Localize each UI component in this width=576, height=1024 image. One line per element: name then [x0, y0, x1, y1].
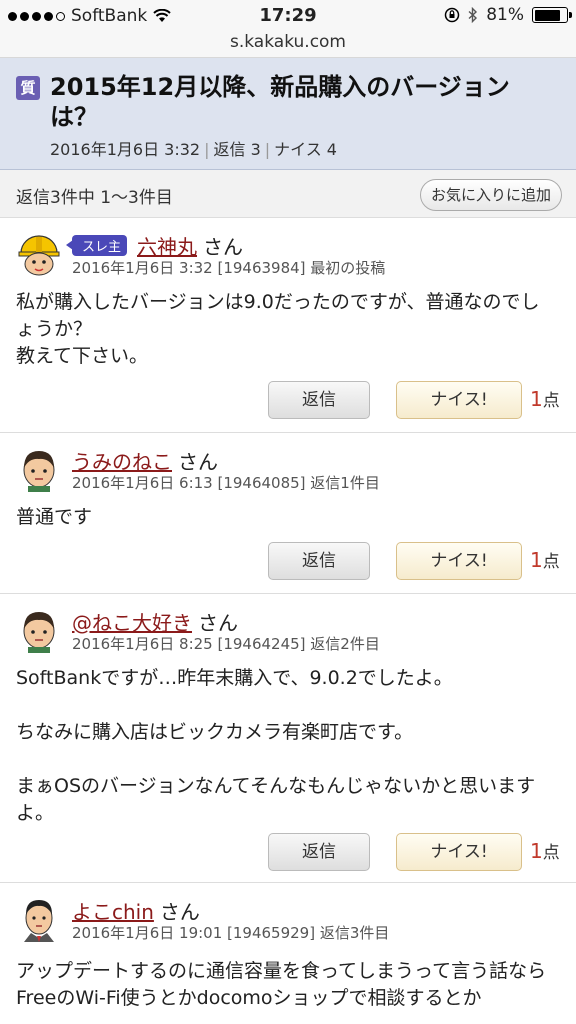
rotation-lock-icon	[444, 7, 460, 23]
avatar-boy-icon	[23, 612, 55, 653]
nice-count: 1点	[530, 547, 560, 572]
avatar-boy-icon	[23, 451, 55, 492]
post-item: @ねこ大好き さん 2016年1月6日 8:25 [19464245] 返信2件目…	[0, 595, 576, 883]
reply-count-bar: 返信3件中 1～3件目 お気に入りに追加	[0, 170, 576, 218]
reply-button[interactable]: 返信	[268, 542, 370, 580]
url-bar[interactable]: s.kakaku.com	[0, 32, 576, 58]
nice-count: 1点	[530, 386, 560, 411]
reply-button[interactable]: 返信	[268, 381, 370, 419]
author-link[interactable]: 六神丸	[137, 231, 197, 260]
nice-count-unit: 点	[542, 843, 560, 863]
reply-button[interactable]: 返信	[268, 833, 370, 871]
nice-count: 1点	[530, 838, 560, 863]
author-link[interactable]: @ねこ大好き	[72, 607, 192, 636]
thread-replies: 返信 3	[213, 140, 261, 159]
author-link[interactable]: うみのねこ	[72, 446, 172, 475]
post-body: SoftBankですが…昨年末購入で、9.0.2でしたよ。 ちなみに購入店はビッ…	[16, 667, 536, 824]
author-suffix: さん	[178, 450, 218, 474]
avatar-man-icon	[24, 900, 54, 942]
add-favorite-button[interactable]: お気に入りに追加	[419, 179, 562, 211]
nice-count-unit: 点	[542, 552, 560, 572]
post-body: アップデートするのに通信容量を食ってしまうって言う話なら FreeのWi-Fi使…	[16, 960, 547, 1009]
post-item: スレ主 六神丸 さん 2016年1月6日 3:32 [19463984] 最初の投…	[0, 219, 576, 433]
nice-count-number: 1	[530, 839, 543, 863]
post-meta: 2016年1月6日 8:25 [19464245] 返信2件目	[72, 635, 380, 653]
post-meta: 2016年1月6日 3:32 [19463984] 最初の投稿	[72, 259, 386, 277]
thread-owner-badge: スレ主	[65, 235, 128, 256]
battery-percent: 81%	[486, 5, 524, 25]
author-line: スレ主 六神丸 さん	[65, 231, 244, 260]
post-body: 普通です	[16, 506, 93, 528]
nice-count-unit: 点	[542, 391, 560, 411]
question-badge: 質	[16, 76, 40, 100]
author-suffix: さん	[198, 611, 238, 635]
post-meta: 2016年1月6日 6:13 [19464085] 返信1件目	[72, 474, 380, 492]
thread-date: 2016年1月6日 3:32	[50, 140, 201, 159]
author-line: @ねこ大好き さん	[72, 607, 238, 636]
reply-count-text: 返信3件中 1～3件目	[16, 188, 173, 208]
author-line: よこchin さん	[72, 896, 200, 925]
status-bar: SoftBank 17:29 81%	[0, 0, 576, 32]
nice-button[interactable]: ナイス!	[396, 833, 522, 871]
post-item: うみのねこ さん 2016年1月6日 6:13 [19464085] 返信1件目 …	[0, 434, 576, 594]
thread-title: 2015年12月以降、新品購入のバージョンは？	[50, 73, 510, 131]
author-link[interactable]: よこchin	[72, 896, 154, 925]
thread-meta: 2016年1月6日 3:32 | 返信 3 | ナイス 4	[50, 140, 337, 159]
bluetooth-icon	[468, 7, 478, 23]
url-text: s.kakaku.com	[230, 32, 346, 52]
author-suffix: さん	[203, 235, 244, 259]
nice-count-number: 1	[530, 387, 543, 411]
nice-count-number: 1	[530, 548, 543, 572]
post-body: 私が購入したバージョンは9.0だったのですが、普通なのでしょうか？ 教えて下さい…	[16, 291, 540, 367]
author-suffix: さん	[159, 900, 200, 924]
nice-button[interactable]: ナイス!	[396, 381, 522, 419]
thread-nice: ナイス 4	[274, 140, 337, 159]
post-meta: 2016年1月6日 19:01 [19465929] 返信3件目	[72, 924, 390, 942]
avatar-helmet-icon	[18, 235, 60, 276]
thread-header: 質 2015年12月以降、新品購入のバージョンは？ 2016年1月6日 3:32…	[0, 58, 576, 170]
battery-icon	[532, 7, 572, 23]
nice-button[interactable]: ナイス!	[396, 542, 522, 580]
post-item: よこchin さん 2016年1月6日 19:01 [19465929] 返信3件…	[0, 884, 576, 1024]
author-line: うみのねこ さん	[72, 446, 218, 475]
